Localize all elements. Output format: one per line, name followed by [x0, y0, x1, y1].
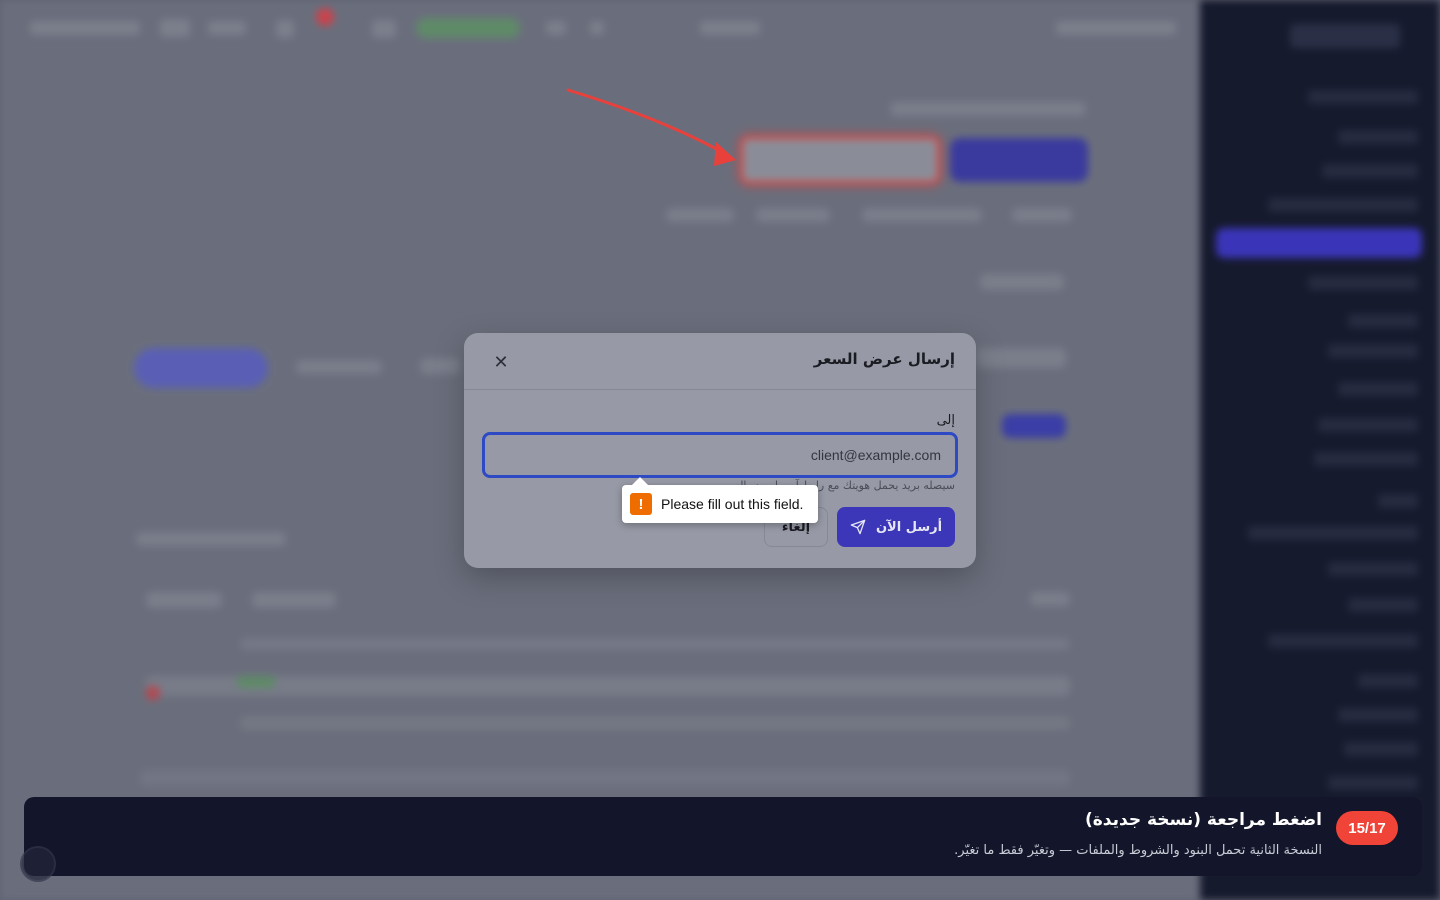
tour-step-badge: 15/17: [1336, 811, 1398, 845]
tab-item: [862, 208, 982, 222]
close-button[interactable]: ✕: [490, 351, 512, 373]
table-caption: [136, 532, 286, 546]
dialog-title: إرسال عرض السعر: [813, 350, 955, 368]
send-button-label: أرسل الآن: [875, 519, 943, 535]
primary-action-button: [950, 138, 1088, 182]
toolbar-item: [372, 20, 396, 38]
sidebar-item: [1248, 526, 1418, 540]
filter-pill: [420, 358, 460, 374]
sidebar-item: [1268, 634, 1418, 648]
section-label: [980, 274, 1064, 290]
sidebar-item: [1314, 452, 1418, 466]
toolbar-item: [700, 21, 760, 35]
sidebar-item: [1322, 164, 1418, 178]
paper-plane-icon: [850, 519, 866, 535]
sidebar-item: [1338, 130, 1418, 144]
status-badge: [236, 676, 276, 688]
brand-logo: [1290, 24, 1400, 48]
table-filter: [252, 592, 336, 608]
table-row: [240, 716, 1070, 730]
table-row: [146, 676, 1070, 696]
sidebar-item: [1308, 276, 1418, 290]
sidebar-item: [1348, 598, 1418, 612]
send-now-button[interactable]: أرسل الآن: [837, 507, 955, 547]
top-toolbar: [0, 0, 1200, 56]
sidebar-item: [1348, 314, 1418, 328]
send-quote-dialog: إرسال عرض السعر ✕ إلى سيصله بريد يحمل هو…: [464, 333, 976, 568]
toolbar-item: [546, 21, 566, 35]
warning-icon: !: [630, 493, 652, 515]
row-delete-icon: [146, 686, 160, 700]
sidebar-item-active: [1216, 228, 1422, 258]
sidebar-item: [1318, 418, 1418, 432]
dialog-header: إرسال عرض السعر ✕: [464, 333, 976, 390]
toolbar-item: [276, 20, 294, 38]
help-button[interactable]: [20, 846, 56, 882]
toolbar-item: [590, 21, 604, 35]
table-filter: [1030, 592, 1070, 606]
sidebar-item: [1308, 90, 1418, 104]
validation-tooltip: ! Please fill out this field.: [622, 477, 818, 523]
table-filter: [146, 592, 222, 608]
recipient-email-input[interactable]: [482, 432, 958, 478]
sidebar-item: [1328, 776, 1418, 790]
sidebar: [1200, 0, 1440, 900]
filter-pill-active: [134, 348, 268, 388]
small-action-button: [1002, 414, 1066, 438]
status-pill: [416, 18, 520, 38]
tab-item: [1012, 208, 1072, 222]
recipient-label: إلى: [936, 413, 955, 428]
new-version-review-button: [740, 136, 940, 184]
validation-message: Please fill out this field.: [661, 496, 804, 512]
close-icon: ✕: [493, 352, 509, 372]
tab-item: [756, 208, 830, 222]
section-heading: [976, 348, 1066, 368]
sidebar-item: [1328, 344, 1418, 358]
toolbar-item: [1056, 21, 1176, 35]
sidebar-item: [1268, 198, 1418, 212]
table-row: [140, 770, 1070, 786]
table-header: [240, 638, 1070, 650]
tour-title: اضغط مراجعة (نسخة جديدة): [1085, 810, 1322, 830]
filter-pill: [296, 360, 382, 374]
sidebar-item: [1338, 708, 1418, 722]
sidebar-item: [1338, 382, 1418, 396]
toolbar-item: [160, 19, 190, 37]
sidebar-item: [1378, 494, 1418, 508]
sidebar-item: [1358, 674, 1418, 688]
toolbar-item: [30, 21, 140, 35]
page-subtitle: [890, 102, 1086, 116]
tour-description: النسخة الثانية تحمل البنود والشروط والمل…: [954, 843, 1322, 858]
toolbar-item: [208, 21, 246, 35]
sidebar-item: [1328, 562, 1418, 576]
sidebar-item: [1344, 742, 1418, 756]
tab-item: [666, 208, 734, 222]
notification-badge: [316, 8, 334, 26]
tour-banner: 15/17 اضغط مراجعة (نسخة جديدة) النسخة ال…: [24, 797, 1422, 876]
